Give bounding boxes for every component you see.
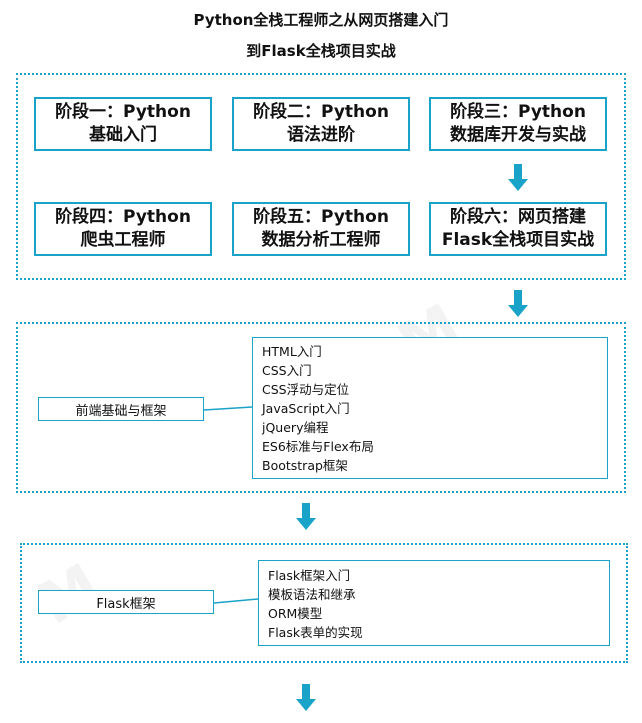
flask-items-box: Flask框架入门 模板语法和继承 ORM模型 Flask表单的实现	[258, 560, 610, 646]
list-item: ORM模型	[268, 606, 323, 621]
flask-topic-label: Flask框架	[96, 596, 156, 612]
arrow-down-icon	[296, 503, 316, 530]
arrow-down-icon	[296, 684, 316, 711]
list-item: Flask框架入门	[268, 568, 351, 583]
flask-topic-box: Flask框架	[38, 590, 214, 614]
list-item: 模板语法和继承	[268, 587, 356, 602]
list-item: Flask表单的实现	[268, 625, 363, 640]
